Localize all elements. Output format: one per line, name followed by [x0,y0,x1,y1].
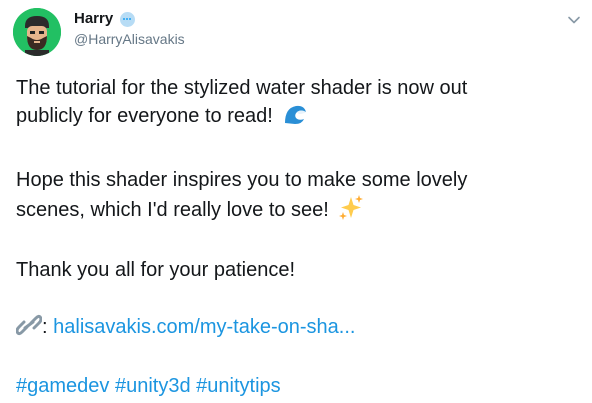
hashtag-link[interactable]: #unity3d [115,375,191,397]
tweet-text-line: Hope this shader inspires you to make so… [16,169,468,191]
avatar[interactable] [13,8,61,56]
tweet-paragraph-2: Hope this shader inspires you to make so… [16,166,576,224]
tweet-text-line: scenes, which I'd really love to see! [16,199,329,221]
author-handle[interactable]: @HarryAlisavakis [74,30,185,48]
hashtag-link[interactable]: #unitytips [196,375,281,397]
hashtag-line: #gamedev #unity3d #unitytips [16,372,576,400]
tweet-paragraph-3: Thank you all for your patience! [16,256,576,284]
bearded-man-avatar-icon [13,8,61,56]
ellipsis-badge-icon [120,12,135,27]
author-name[interactable]: Harry [74,9,113,29]
tweet-text-line: Thank you all for your patience! [16,259,296,281]
tweet-link-line: : halisavakis.com/my-take-on-sha... [16,313,576,341]
tweet-text-line: The tutorial for the stylized water shad… [16,77,468,99]
article-link[interactable]: halisavakis.com/my-take-on-sha... [53,316,355,338]
link-emoji-icon [16,314,42,336]
hashtag-link[interactable]: #gamedev [16,375,109,397]
tweet-paragraph-1: The tutorial for the stylized water shad… [16,74,576,130]
tweet-text-line: publicly for everyone to read! [16,105,273,127]
tweet-card: Harry @HarryAlisavakis The tutorial for … [0,0,592,403]
sparkles-emoji-icon [339,195,364,220]
chevron-down-icon[interactable] [567,13,581,27]
wave-emoji-icon [282,102,309,126]
link-prefix: : [42,316,54,338]
